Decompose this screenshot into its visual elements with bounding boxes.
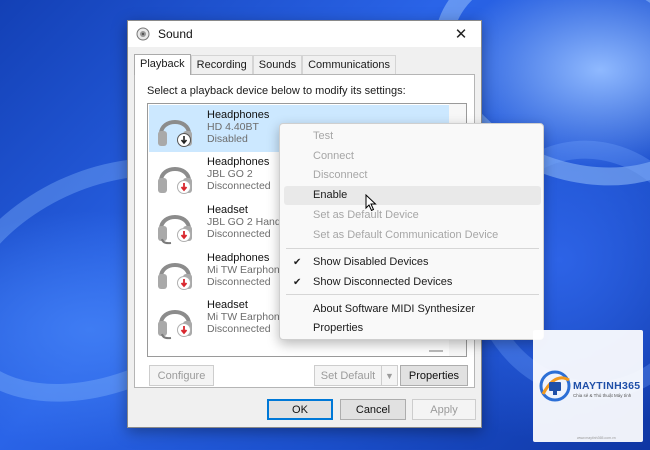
device-status: Disconnected xyxy=(207,180,271,192)
brand-url: www.maytinh365.com.vn xyxy=(577,436,616,440)
menu-item-label: Show Disabled Devices xyxy=(313,256,429,268)
tab-sounds[interactable]: Sounds xyxy=(252,55,303,74)
device-name: Headset xyxy=(207,299,248,311)
menu-item-about-midi-synthesizer[interactable]: About Software MIDI Synthesizer xyxy=(284,300,541,319)
device-name: Headphones xyxy=(207,156,270,168)
menu-item-set-default-device[interactable]: Set as Default Device xyxy=(284,206,541,225)
device-status: Disconnected xyxy=(207,323,271,335)
device-name: Headphones xyxy=(207,252,270,264)
configure-button[interactable]: Configure xyxy=(149,365,214,386)
device-model: Mi TW Earphone xyxy=(207,264,286,276)
instruction-text: Select a playback device below to modify… xyxy=(147,85,406,97)
device-status: Disconnected xyxy=(207,228,271,240)
device-name: Headphones xyxy=(207,109,270,121)
menu-item-show-disabled-devices[interactable]: ✔ Show Disabled Devices xyxy=(284,253,541,272)
disabled-arrow-badge xyxy=(177,133,191,147)
disconnected-arrow-badge xyxy=(177,323,191,337)
menu-separator xyxy=(286,248,539,249)
ok-button[interactable]: OK xyxy=(267,399,333,420)
disconnected-arrow-badge xyxy=(177,228,191,242)
properties-button[interactable]: Properties xyxy=(400,365,468,386)
close-button[interactable]: ✕ xyxy=(441,21,481,47)
brand-logo-icon xyxy=(537,368,573,404)
checkmark-icon: ✔ xyxy=(293,257,302,268)
tab-recording[interactable]: Recording xyxy=(190,55,253,74)
menu-separator xyxy=(286,294,539,295)
brand-tagline: Chia sẻ & Thủ thuật Máy tính xyxy=(573,393,632,398)
device-model: JBL GO 2 xyxy=(207,168,253,180)
menu-item-label: Show Disconnected Devices xyxy=(313,276,453,288)
tab-strip: Playback Recording Sounds Communications xyxy=(134,54,397,75)
watermark-panel: MAYTINH365 Chia sẻ & Thủ thuật Máy tính … xyxy=(533,330,643,442)
brand-name: MAYTINH365 xyxy=(573,380,641,392)
tab-communications[interactable]: Communications xyxy=(302,55,397,74)
menu-item-show-disconnected-devices[interactable]: ✔ Show Disconnected Devices xyxy=(284,273,541,292)
disconnected-arrow-badge xyxy=(177,276,191,290)
device-status: Disconnected xyxy=(207,276,271,288)
device-model: HD 4.40BT xyxy=(207,121,259,133)
cancel-button[interactable]: Cancel xyxy=(340,399,406,420)
disconnected-arrow-badge xyxy=(177,180,191,194)
scroll-indicator xyxy=(429,350,443,352)
dialog-title: Sound xyxy=(158,27,193,41)
dialog-titlebar[interactable]: Sound ✕ xyxy=(128,21,481,47)
device-model: JBL GO 2 Hands- xyxy=(207,216,290,228)
menu-item-set-default-communication-device[interactable]: Set as Default Communication Device xyxy=(284,226,541,245)
speaker-icon xyxy=(136,27,150,41)
chevron-down-icon[interactable]: ▼ xyxy=(381,365,398,386)
device-model: Mi TW Earphone xyxy=(207,311,286,323)
device-name: Headset xyxy=(207,204,248,216)
apply-button[interactable]: Apply xyxy=(412,399,476,420)
tab-playback[interactable]: Playback xyxy=(134,54,191,75)
menu-item-disconnect[interactable]: Disconnect xyxy=(284,166,541,185)
menu-item-test[interactable]: Test xyxy=(284,127,541,146)
menu-item-properties[interactable]: Properties xyxy=(284,319,541,338)
mouse-cursor-icon xyxy=(365,193,377,212)
device-status: Disabled xyxy=(207,133,248,145)
menu-item-connect[interactable]: Connect xyxy=(284,147,541,166)
checkmark-icon: ✔ xyxy=(293,277,302,288)
menu-item-enable[interactable]: Enable xyxy=(284,186,541,205)
context-menu: Test Connect Disconnect Enable Set as De… xyxy=(279,123,544,340)
set-default-button[interactable]: Set Default xyxy=(314,365,382,386)
